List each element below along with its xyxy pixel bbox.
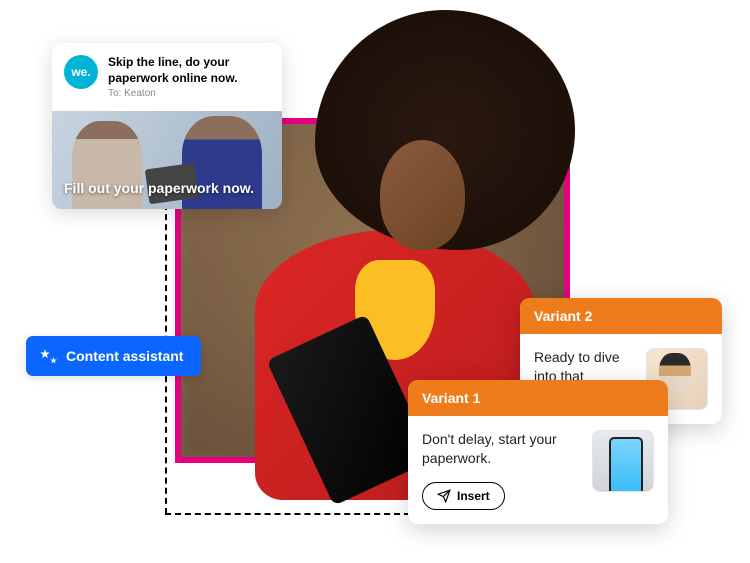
notification-image: Fill out your paperwork now. <box>52 111 282 209</box>
variant-2-title: Variant 2 <box>520 298 722 334</box>
content-assistant-label: Content assistant <box>66 348 183 364</box>
notification-headline: Skip the line, do your paperwork online … <box>108 55 270 86</box>
notification-recipient: To: Keaton <box>108 88 270 99</box>
notification-image-overlay-text: Fill out your paperwork now. <box>64 180 254 197</box>
variant-1-body: Don't delay, start your paperwork. <box>422 430 580 468</box>
variant-1-title: Variant 1 <box>408 380 668 416</box>
paperplane-icon <box>437 489 451 503</box>
variant-card-1[interactable]: Variant 1 Don't delay, start your paperw… <box>408 380 668 524</box>
variant-1-thumbnail <box>592 430 654 492</box>
content-assistant-button[interactable]: Content assistant <box>26 336 201 376</box>
sparkle-icon <box>38 346 58 366</box>
connector-line-horizontal <box>165 513 420 515</box>
insert-button-label: Insert <box>457 489 490 503</box>
notification-card[interactable]: we. Skip the line, do your paperwork onl… <box>52 43 282 209</box>
brand-badge: we. <box>64 55 98 89</box>
notification-header: we. Skip the line, do your paperwork onl… <box>52 43 282 111</box>
insert-button[interactable]: Insert <box>422 482 505 510</box>
